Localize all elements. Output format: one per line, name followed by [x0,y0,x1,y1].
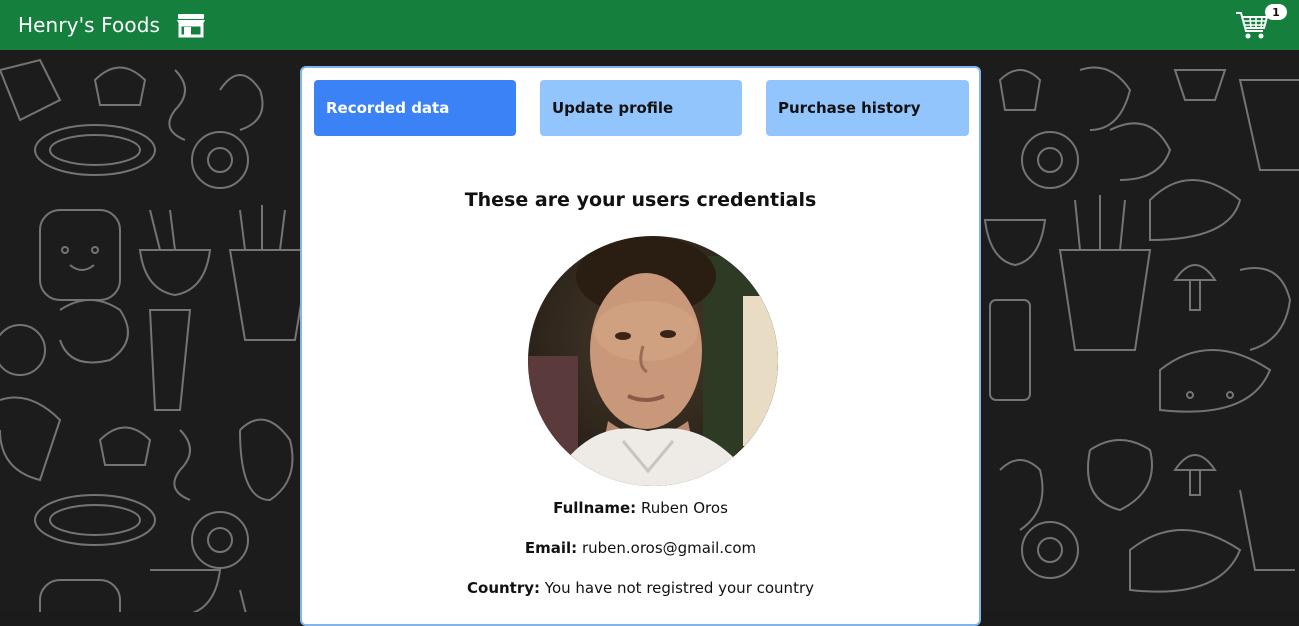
store-icon[interactable] [176,12,206,38]
shopping-cart-icon[interactable] [1235,10,1269,40]
credentials-heading: These are your users credentials [464,189,817,211]
top-navbar: Henry's Foods 1 [0,0,1299,50]
fullname-row: Fullname: Ruben Oros [302,499,979,517]
fullname-value: Ruben Oros [640,499,728,517]
brand[interactable]: Henry's Foods [18,12,206,38]
email-row: Email: ruben.oros@gmail.com [302,539,979,557]
profile-tabs: Recorded data Update profile Purchase hi… [314,80,969,138]
email-value: ruben.oros@gmail.com [581,539,757,557]
country-value: You have not registred your country [544,579,814,597]
country-label: Country: [467,579,541,597]
tab-purchase-history[interactable]: Purchase history [766,80,969,136]
cart-count-badge: 1 [1265,4,1287,20]
avatar [528,236,778,486]
country-row: Country: You have not registred your cou… [302,579,979,597]
cart-button[interactable]: 1 [1235,4,1287,42]
brand-title[interactable]: Henry's Foods [18,13,160,37]
fullname-label: Fullname: [553,499,637,517]
tab-recorded-data[interactable]: Recorded data [314,80,516,136]
email-label: Email: [524,539,578,557]
profile-card: Recorded data Update profile Purchase hi… [300,66,981,626]
tab-update-profile[interactable]: Update profile [540,80,742,136]
